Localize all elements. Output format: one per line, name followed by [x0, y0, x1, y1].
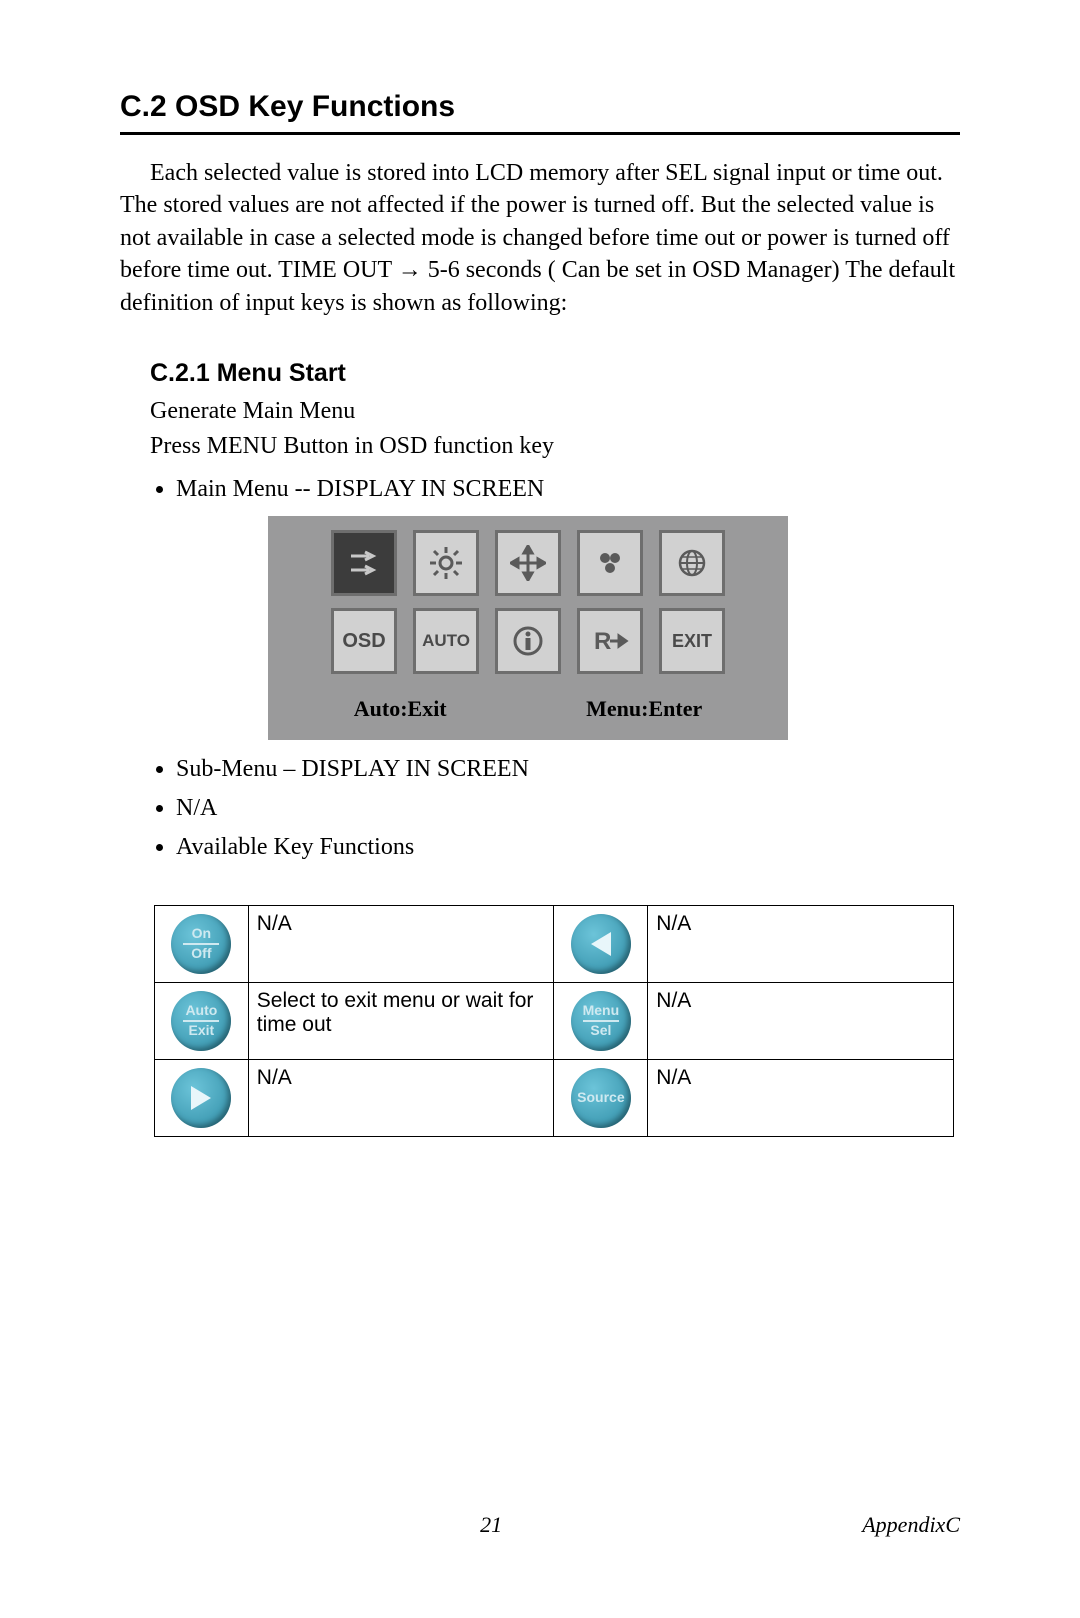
svg-text:R: R — [594, 628, 611, 655]
osd-hint-left: Auto:Exit — [354, 696, 447, 722]
bullet-available: Available Key Functions — [176, 830, 960, 865]
key-function-table: On Off N/A N/A — [154, 905, 954, 1137]
image-adjust-icon — [331, 530, 397, 596]
osd-row-2: OSD AUTO R EXIT — [284, 608, 772, 674]
table-row: On Off N/A N/A — [155, 905, 954, 982]
position-icon — [495, 530, 561, 596]
on-off-button: On Off — [169, 912, 233, 976]
osd-main-menu-panel: OSD AUTO R EXIT A — [268, 516, 788, 740]
section-divider — [120, 132, 960, 135]
subsection-heading: C.2.1 Menu Start — [150, 359, 960, 388]
auto-exit-button: Auto Exit — [169, 989, 233, 1053]
bullet-sub-menu: Sub-Menu – DISPLAY IN SCREEN — [176, 752, 960, 787]
button-label: Source — [577, 1090, 624, 1105]
key-description: N/A — [648, 982, 954, 1059]
table-row: N/A Source N/A — [155, 1059, 954, 1136]
menu-sel-button: Menu Sel — [569, 989, 633, 1053]
button-label: Off — [183, 946, 219, 961]
exit-text-icon: EXIT — [659, 608, 725, 674]
subsection-line1: Generate Main Menu — [150, 394, 960, 429]
appendix-label: AppendixC — [862, 1512, 960, 1538]
language-globe-icon — [659, 530, 725, 596]
bullet-main-menu: Main Menu -- DISPLAY IN SCREEN — [176, 472, 960, 507]
source-button: Source — [569, 1066, 633, 1130]
osd-row-1 — [284, 530, 772, 596]
button-label: Menu — [583, 1003, 620, 1018]
left-arrow-button — [569, 912, 633, 976]
subsection-line2: Press MENU Button in OSD function key — [150, 429, 960, 464]
document-page: C.2 OSD Key Functions Each selected valu… — [0, 0, 1080, 1618]
info-icon — [495, 608, 561, 674]
color-icon — [577, 530, 643, 596]
triangle-left-icon — [591, 932, 611, 956]
brightness-icon — [413, 530, 479, 596]
key-description: N/A — [248, 1059, 554, 1136]
page-footer: 21 AppendixC — [120, 1512, 960, 1538]
bullet-na: N/A — [176, 791, 960, 826]
key-description: Select to exit menu or wait for time out — [248, 982, 554, 1059]
triangle-right-icon — [191, 1086, 211, 1110]
osd-text-icon: OSD — [331, 608, 397, 674]
bullet-list-2: Sub-Menu – DISPLAY IN SCREEN N/A Availab… — [150, 752, 960, 864]
button-label: Exit — [183, 1023, 219, 1038]
button-label: Sel — [583, 1023, 620, 1038]
bullet-list-1: Main Menu -- DISPLAY IN SCREEN — [150, 472, 960, 507]
button-label: On — [183, 926, 219, 941]
osd-hint-row: Auto:Exit Menu:Enter — [284, 696, 772, 722]
auto-text-icon: AUTO — [413, 608, 479, 674]
key-description: N/A — [648, 1059, 954, 1136]
right-arrow-button — [169, 1066, 233, 1130]
section-heading: C.2 OSD Key Functions — [120, 90, 960, 124]
osd-hint-right: Menu:Enter — [586, 696, 702, 722]
intro-paragraph: Each selected value is stored into LCD m… — [120, 157, 960, 319]
page-number: 21 — [120, 1512, 862, 1538]
recall-icon: R — [577, 608, 643, 674]
key-description: N/A — [648, 905, 954, 982]
button-label: Auto — [183, 1003, 219, 1018]
key-description: N/A — [248, 905, 554, 982]
table-row: Auto Exit Select to exit menu or wait fo… — [155, 982, 954, 1059]
